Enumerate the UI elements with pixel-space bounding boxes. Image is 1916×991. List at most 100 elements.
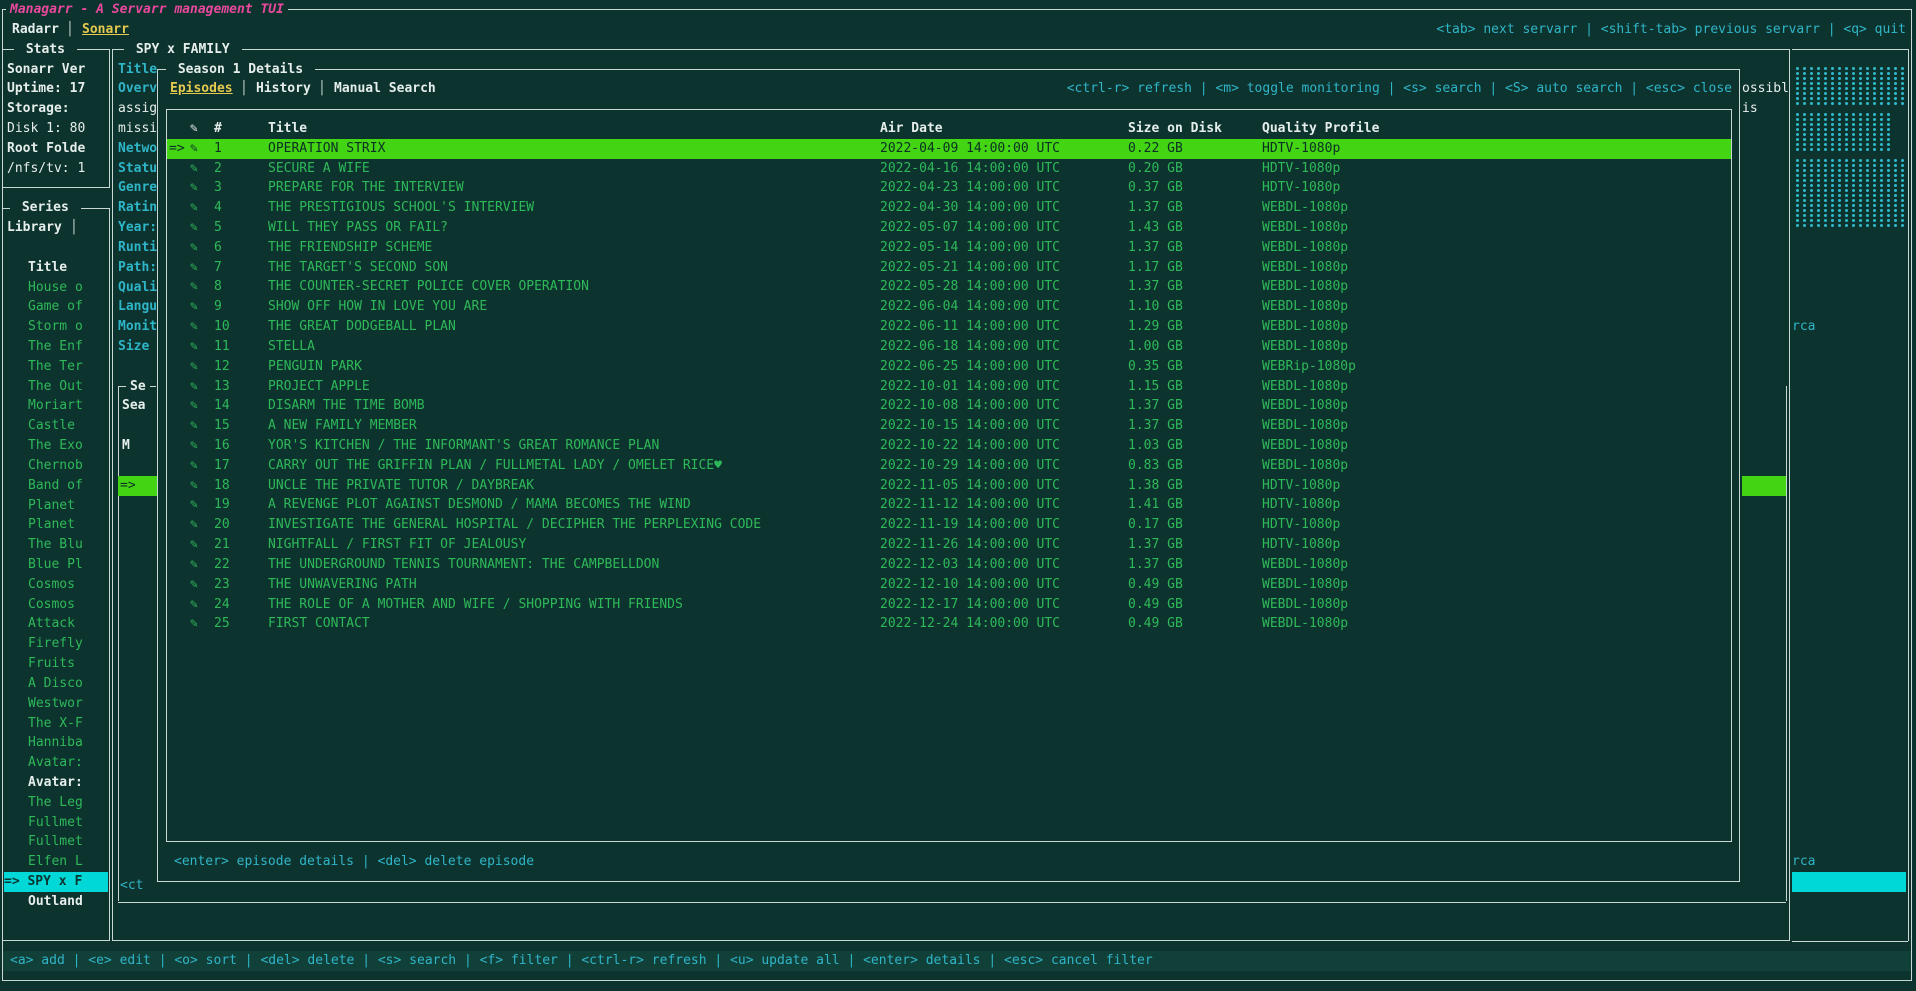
tab-radarr[interactable]: Radarr [12, 20, 59, 40]
library-item[interactable]: => SPY x F [4, 872, 108, 892]
library-item[interactable]: Westwor [28, 694, 106, 714]
library-item[interactable]: The Enf [28, 337, 106, 357]
episode-row[interactable]: ✎17CARRY OUT THE GRIFFIN PLAN / FULLMETA… [167, 456, 1731, 476]
library-tab[interactable]: Library [7, 218, 62, 238]
library-item[interactable]: The Out [28, 377, 106, 397]
episode-air-date: 2022-06-18 14:00:00 UTC [880, 337, 1060, 357]
library-item[interactable]: Planet [28, 496, 106, 516]
library-item[interactable]: Planet [28, 515, 106, 535]
episode-row[interactable]: ✎3PREPARE FOR THE INTERVIEW2022-04-23 14… [167, 178, 1731, 198]
library-item[interactable]: Storm o [28, 317, 106, 337]
monitored-icon: ✎ [190, 515, 198, 535]
tab-separator: │ [66, 20, 74, 40]
library-item[interactable]: Blue Pl [28, 555, 106, 575]
episode-row[interactable]: ✎6THE FRIENDSHIP SCHEME2022-05-14 14:00:… [167, 238, 1731, 258]
library-item[interactable]: The Exo [28, 436, 106, 456]
monitored-icon: ✎ [190, 396, 198, 416]
episode-row[interactable]: ✎15A NEW FAMILY MEMBER2022-10-15 14:00:0… [167, 416, 1731, 436]
library-item[interactable]: Moriart [28, 396, 106, 416]
episode-row[interactable]: ✎21NIGHTFALL / FIRST FIT OF JEALOUSY2022… [167, 535, 1731, 555]
episode-size-on-disk: 0.83 GB [1128, 456, 1183, 476]
episode-number: 3 [214, 178, 222, 198]
monitored-icon: ✎ [190, 139, 198, 159]
library-item[interactable]: Fruits [28, 654, 106, 674]
monitored-icon: ✎ [190, 535, 198, 555]
library-item[interactable]: The Blu [28, 535, 106, 555]
episode-number: 21 [214, 535, 230, 555]
episode-row[interactable]: ✎5WILL THEY PASS OR FAIL?2022-05-07 14:0… [167, 218, 1731, 238]
episode-title: SHOW OFF HOW IN LOVE YOU ARE [268, 297, 487, 317]
library-item[interactable]: Cosmos [28, 575, 106, 595]
background-window-border [1792, 941, 1908, 942]
episode-size-on-disk: 1.37 GB [1128, 198, 1183, 218]
episode-size-on-disk: 1.17 GB [1128, 258, 1183, 278]
library-item[interactable]: Avatar: [28, 773, 106, 793]
series-title: Series [10, 198, 81, 218]
episode-quality-profile: WEBDL-1080p [1262, 396, 1348, 416]
episode-row[interactable]: ✎14DISARM THE TIME BOMB2022-10-08 14:00:… [167, 396, 1731, 416]
episode-row[interactable]: ✎7THE TARGET'S SECOND SON2022-05-21 14:0… [167, 258, 1731, 278]
library-item[interactable]: The Leg [28, 793, 106, 813]
episode-quality-profile: HDTV-1080p [1262, 476, 1340, 496]
episode-row[interactable]: ✎16YOR'S KITCHEN / THE INFORMANT'S GREAT… [167, 436, 1731, 456]
episode-row[interactable]: ✎8THE COUNTER-SECRET POLICE COVER OPERAT… [167, 277, 1731, 297]
library-item[interactable]: Game of [28, 297, 106, 317]
episode-air-date: 2022-11-12 14:00:00 UTC [880, 495, 1060, 515]
library-item[interactable]: Castle [28, 416, 106, 436]
library-item[interactable]: The Ter [28, 357, 106, 377]
episode-size-on-disk: 1.37 GB [1128, 555, 1183, 575]
episode-row[interactable]: ✎12PENGUIN PARK2022-06-25 14:00:00 UTC0.… [167, 357, 1731, 377]
library-item[interactable]: Elfen L [28, 852, 106, 872]
monitored-icon: ✎ [190, 595, 198, 615]
episode-row[interactable]: ✎19A REVENGE PLOT AGAINST DESMOND / MAMA… [167, 495, 1731, 515]
episode-row[interactable]: ✎9SHOW OFF HOW IN LOVE YOU ARE2022-06-04… [167, 297, 1731, 317]
episode-row[interactable]: ✎20INVESTIGATE THE GENERAL HOSPITAL / DE… [167, 515, 1731, 535]
library-item[interactable]: Cosmos [28, 595, 106, 615]
episode-air-date: 2022-06-04 14:00:00 UTC [880, 297, 1060, 317]
library-item[interactable]: The X-F [28, 714, 106, 734]
episode-quality-profile: WEBDL-1080p [1262, 595, 1348, 615]
library-item[interactable]: Fullmet [28, 813, 106, 833]
episode-row[interactable]: ✎24THE ROLE OF A MOTHER AND WIFE / SHOPP… [167, 595, 1731, 615]
episode-quality-profile: WEBDL-1080p [1262, 555, 1348, 575]
episode-size-on-disk: 0.49 GB [1128, 614, 1183, 634]
episode-number: 15 [214, 416, 230, 436]
episode-row[interactable]: ✎25FIRST CONTACT2022-12-24 14:00:00 UTC0… [167, 614, 1731, 634]
library-item[interactable]: Fullmet [28, 832, 106, 852]
episode-size-on-disk: 0.49 GB [1128, 595, 1183, 615]
episode-size-on-disk: 1.37 GB [1128, 238, 1183, 258]
episode-number: 13 [214, 377, 230, 397]
library-item[interactable]: Hanniba [28, 733, 106, 753]
episode-size-on-disk: 1.38 GB [1128, 476, 1183, 496]
library-item[interactable]: Firefly [28, 634, 106, 654]
series-details-title: SPY x FAMILY [124, 40, 242, 60]
episode-row[interactable]: =>✎1OPERATION STRIX2022-04-09 14:00:00 U… [167, 139, 1731, 159]
episode-row[interactable]: ✎22THE UNDERGROUND TENNIS TOURNAMENT: TH… [167, 555, 1731, 575]
monitored-icon: ✎ [190, 436, 198, 456]
episode-row[interactable]: ✎18UNCLE THE PRIVATE TUTOR / DAYBREAK202… [167, 476, 1731, 496]
episode-number: 10 [214, 317, 230, 337]
library-item[interactable]: Outland [28, 892, 106, 912]
library-item[interactable]: Chernob [28, 456, 106, 476]
episode-row[interactable]: ✎11STELLA2022-06-18 14:00:00 UTC1.00 GBW… [167, 337, 1731, 357]
library-item[interactable]: A Disco [28, 674, 106, 694]
episode-title: OPERATION STRIX [268, 139, 385, 159]
episode-number: 17 [214, 456, 230, 476]
stats-title: Stats [14, 40, 77, 60]
episode-row[interactable]: ✎2SECURE A WIFE2022-04-16 14:00:00 UTC0.… [167, 159, 1731, 179]
episode-quality-profile: HDTV-1080p [1262, 159, 1340, 179]
episode-row[interactable]: ✎10THE GREAT DODGEBALL PLAN2022-06-11 14… [167, 317, 1731, 337]
episode-title: DISARM THE TIME BOMB [268, 396, 425, 416]
episode-quality-profile: WEBDL-1080p [1262, 238, 1348, 258]
episode-row[interactable]: ✎13PROJECT APPLE2022-10-01 14:00:00 UTC1… [167, 377, 1731, 397]
episode-air-date: 2022-11-26 14:00:00 UTC [880, 535, 1060, 555]
bottom-help-hints: <a> add | <e> edit | <o> sort | <del> de… [10, 951, 1153, 971]
library-item[interactable]: Band of [28, 476, 106, 496]
library-item[interactable]: House o [28, 278, 106, 298]
episode-row[interactable]: ✎23THE UNWAVERING PATH2022-12-10 14:00:0… [167, 575, 1731, 595]
library-item[interactable]: Avatar: [28, 753, 106, 773]
tab-sonarr[interactable]: Sonarr [82, 20, 129, 40]
monitored-icon: ✎ [190, 377, 198, 397]
library-item[interactable]: Attack [28, 614, 106, 634]
episode-row[interactable]: ✎4THE PRESTIGIOUS SCHOOL'S INTERVIEW2022… [167, 198, 1731, 218]
